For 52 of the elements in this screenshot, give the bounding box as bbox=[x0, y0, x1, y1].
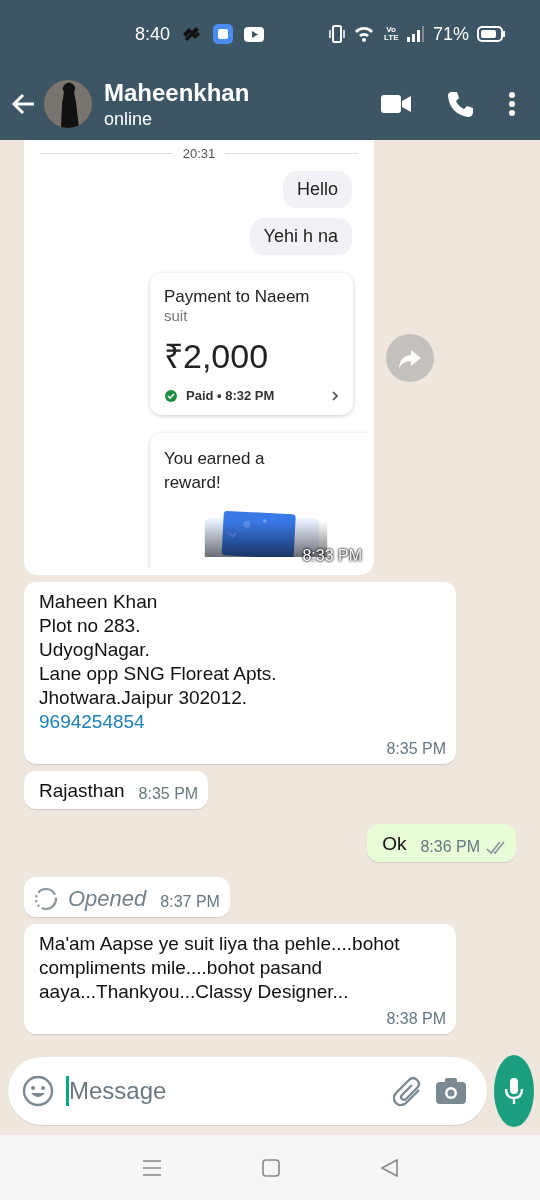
app-icon bbox=[212, 23, 235, 45]
back-button[interactable] bbox=[10, 91, 36, 117]
phone-link[interactable]: 9694254854 bbox=[39, 710, 446, 734]
message-text: Ma'am Aapse ye suit liya tha pehle....bohot compliments mile....bohot pasand aaya...Thankyou...Classy Designer... bbox=[39, 932, 401, 1004]
payment-title: Payment to Naeem bbox=[164, 287, 310, 307]
message-text: Rajasthan bbox=[39, 779, 125, 803]
message-time: 8:35 PM bbox=[138, 785, 199, 803]
signal-icon bbox=[405, 25, 425, 43]
avatar[interactable] bbox=[44, 80, 92, 128]
recents-button[interactable] bbox=[141, 1158, 162, 1177]
back-icon bbox=[10, 91, 36, 117]
message-time: 8:38 PM bbox=[386, 1010, 446, 1028]
check-icon bbox=[164, 388, 178, 403]
opened-label: Opened bbox=[68, 887, 147, 911]
microphone-icon bbox=[503, 1077, 525, 1105]
contact-name[interactable]: Maheenkhan bbox=[104, 78, 250, 107]
battery-percent: 71% bbox=[432, 23, 469, 45]
chat-bubble: Yehi h na bbox=[249, 218, 352, 255]
message-text: Maheen Khan Plot no 283. UdyogNagar. Lane opp SNG Floreat Apts. Jhotwara.Jaipur 302012. bbox=[39, 590, 277, 710]
chevron-icon bbox=[331, 389, 339, 402]
home-icon bbox=[261, 1158, 280, 1177]
message-time: 8:36 PM bbox=[420, 838, 480, 856]
battery-icon bbox=[477, 26, 506, 42]
message-text: Ok bbox=[382, 832, 407, 856]
phone-icon[interactable] bbox=[446, 90, 474, 118]
more-options-icon[interactable] bbox=[508, 91, 516, 117]
avatar-silhouette-icon bbox=[44, 80, 92, 128]
back-icon bbox=[379, 1158, 399, 1177]
home-button[interactable] bbox=[261, 1158, 280, 1177]
clock-time: 8:40 bbox=[135, 23, 171, 45]
payment-amount: ₹2,000 bbox=[164, 336, 269, 377]
network-label: Vo LTE bbox=[383, 26, 398, 42]
wifi-icon bbox=[353, 24, 376, 44]
message-time: 8:35 PM bbox=[386, 740, 446, 758]
recents-icon bbox=[141, 1158, 162, 1177]
vibrate-icon bbox=[327, 24, 346, 44]
emoji-icon[interactable] bbox=[22, 1075, 54, 1107]
message-field[interactable]: Message bbox=[8, 1057, 487, 1125]
forward-button[interactable] bbox=[386, 333, 434, 382]
payment-note: suit bbox=[164, 307, 188, 324]
back-button[interactable] bbox=[379, 1158, 399, 1177]
payment-status: Paid • 8:32 PM bbox=[186, 388, 276, 403]
attach-icon[interactable] bbox=[393, 1076, 423, 1106]
chat-bubble: Hello bbox=[282, 171, 352, 208]
view-once-icon bbox=[34, 887, 58, 911]
video-app-icon bbox=[244, 24, 265, 44]
camera-icon[interactable] bbox=[435, 1076, 467, 1106]
reward-title: You earned a reward! bbox=[164, 448, 266, 494]
date-label: 20:31 bbox=[182, 146, 216, 161]
message-time: 8:37 PM bbox=[160, 893, 220, 911]
contact-status: online bbox=[104, 108, 153, 130]
message-time: 8:33 PM bbox=[302, 547, 362, 565]
